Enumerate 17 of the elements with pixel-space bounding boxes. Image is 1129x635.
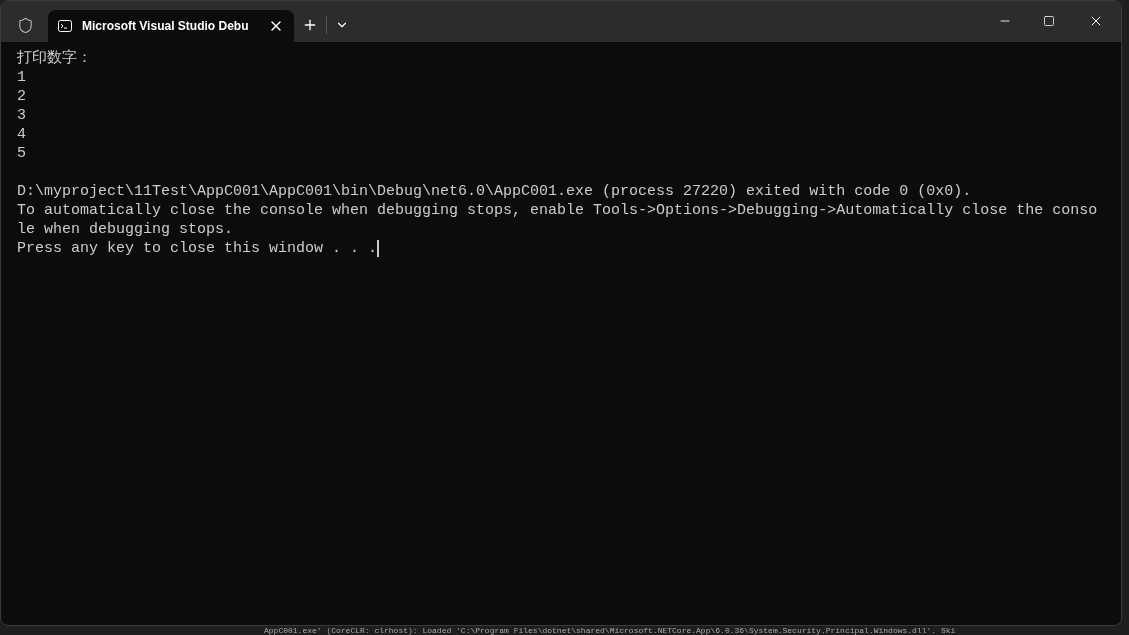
console-line: le when debugging stops. <box>17 220 234 239</box>
console-line: D:\myproject\11Test\AppC001\AppC001\bin\Debug\net6.0\AppC001.exe (process 27220) exited with code 0 (0x0). <box>17 182 972 201</box>
tab-title: Microsoft Visual Studio Debu <box>82 18 250 35</box>
console-line: 5 <box>17 144 26 163</box>
console-line: 1 <box>17 68 26 87</box>
console-line: To automatically close the console when debugging stops, enable Tools->Options->Debugging->Automatically close the conso <box>17 201 1098 220</box>
background-output-line: AppC001.exe' (CoreCLR: clrhost): Loaded 'C:\Program Files\dotnet\shared\Microsoft.NETCore.App\6.0.36\System.Security.Principal.Windows.dll'. Ski <box>264 626 956 635</box>
console-line: 2 <box>17 87 26 106</box>
console-icon <box>58 20 72 32</box>
new-tab-icon[interactable] <box>302 17 318 33</box>
maximize-icon[interactable] <box>1043 15 1055 27</box>
console-line: 4 <box>17 125 26 144</box>
tab[interactable]: Microsoft Visual Studio Debu <box>48 10 294 42</box>
shield-icon[interactable] <box>17 17 34 34</box>
console-line: 3 <box>17 106 26 125</box>
console-line: Press any key to close this window . . . <box>17 239 378 258</box>
console-line: 打印数字： <box>17 49 92 68</box>
